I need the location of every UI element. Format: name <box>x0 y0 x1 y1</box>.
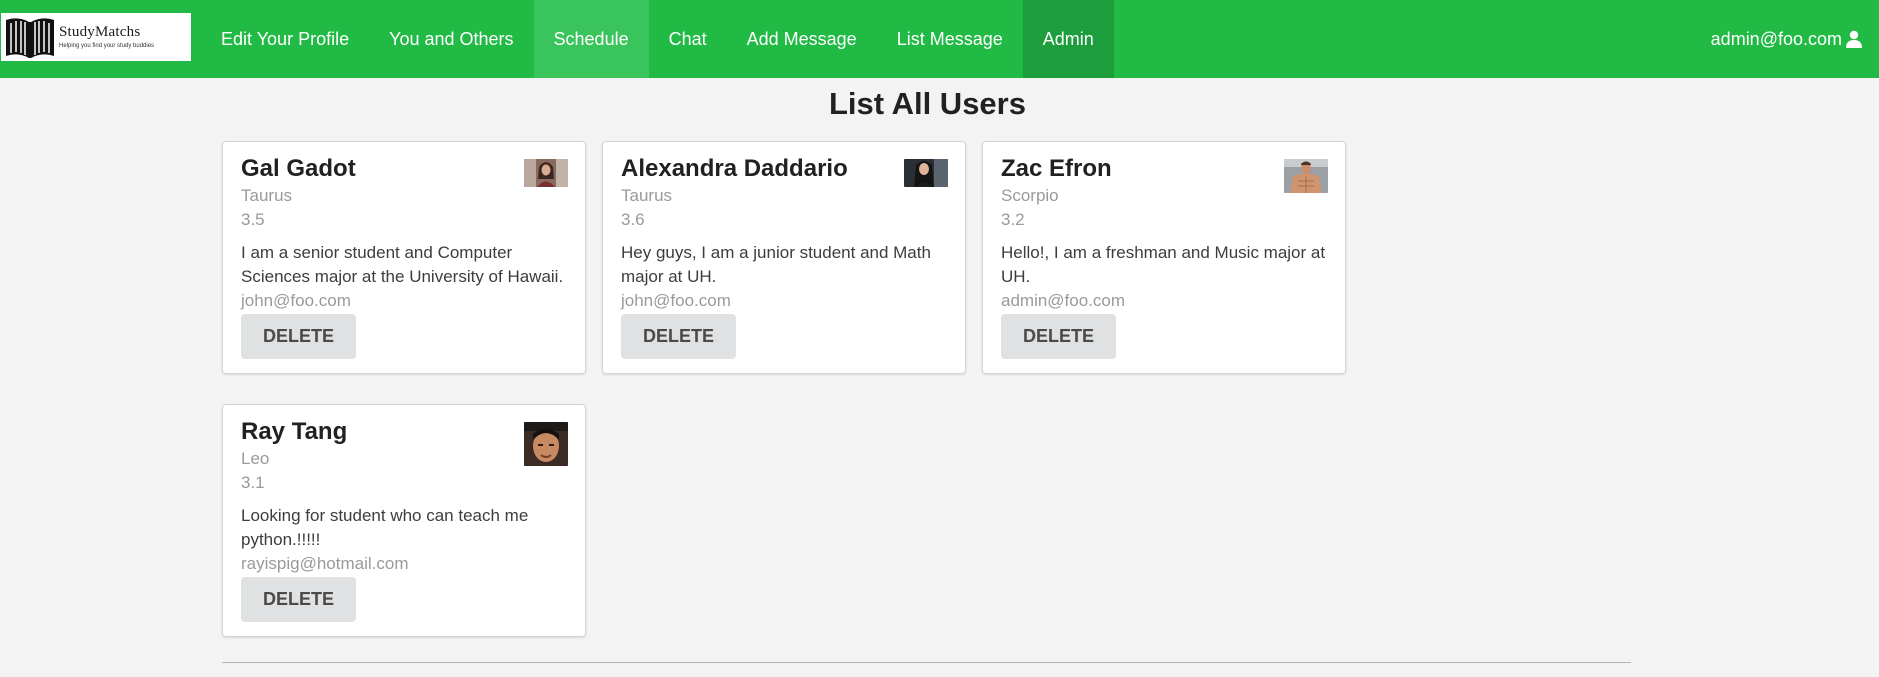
user-sign: Taurus <box>621 186 673 205</box>
user-avatar <box>904 159 948 187</box>
user-card: Gal Gadot Taurus 3.5 I am a senior stude… <box>222 141 586 374</box>
user-name: Ray Tang <box>241 418 348 445</box>
user-menu[interactable]: admin@foo.com <box>1711 0 1879 78</box>
delete-button[interactable]: DELETE <box>1001 314 1116 359</box>
delete-button[interactable]: DELETE <box>241 314 356 359</box>
user-email: admin@foo.com <box>1001 291 1126 310</box>
user-email: john@foo.com <box>621 291 731 310</box>
nav-item-you-and-others[interactable]: You and Others <box>369 0 533 78</box>
delete-button[interactable]: DELETE <box>241 577 356 622</box>
user-card: Zac Efron Scorpio 3.2 Hello!, I am a fre… <box>982 141 1346 374</box>
logo-tagline: Helping you find your study buddies <box>59 43 155 49</box>
logo-brand: StudyMatchs <box>59 24 141 40</box>
user-avatar <box>1284 159 1328 193</box>
user-card: Ray Tang Leo 3.1 Looking for student who… <box>222 404 586 637</box>
user-gpa: 3.2 <box>1001 210 1025 229</box>
user-sign: Leo <box>241 449 270 468</box>
user-name: Gal Gadot <box>241 155 356 182</box>
user-sign: Scorpio <box>1001 186 1059 205</box>
user-gpa: 3.5 <box>241 210 265 229</box>
user-email: rayispig@hotmail.com <box>241 554 409 573</box>
page-title: List All Users <box>829 86 1026 121</box>
studymatchs-logo[interactable]: StudyMatchs Helping you find your study … <box>1 13 191 61</box>
user-avatar <box>524 422 568 466</box>
nav-item-chat[interactable]: Chat <box>649 0 727 78</box>
user-card-grid: Gal Gadot Taurus 3.5 I am a senior stude… <box>222 141 1382 637</box>
user-avatar <box>524 159 568 187</box>
user-description: Hello!, I am a freshman and Music major … <box>1001 243 1326 286</box>
delete-button[interactable]: DELETE <box>621 314 736 359</box>
open-book-icon <box>6 18 54 58</box>
user-description: I am a senior student and Computer Scien… <box>241 243 564 286</box>
user-email: john@foo.com <box>241 291 351 310</box>
user-card: Alexandra Daddario Taurus 3.6 Hey guys, … <box>602 141 966 374</box>
nav-item-edit-your-profile[interactable]: Edit Your Profile <box>201 0 369 78</box>
user-name: Zac Efron <box>1001 155 1112 182</box>
nav-item-admin[interactable]: Admin <box>1022 0 1114 78</box>
nav-item-schedule[interactable]: Schedule <box>533 0 649 78</box>
footer-divider <box>222 662 1631 663</box>
user-gpa: 3.1 <box>241 473 265 492</box>
user-description: Looking for student who can teach me pyt… <box>241 506 529 549</box>
user-icon <box>1846 30 1862 48</box>
top-navbar: StudyMatchs Helping you find your study … <box>0 0 1879 78</box>
nav-menu: Edit Your Profile You and Others Schedul… <box>201 0 1114 78</box>
user-description: Hey guys, I am a junior student and Math… <box>621 243 931 286</box>
user-gpa: 3.6 <box>621 210 645 229</box>
nav-item-add-message[interactable]: Add Message <box>727 0 877 78</box>
user-sign: Taurus <box>241 186 293 205</box>
nav-item-list-message[interactable]: List Message <box>877 0 1023 78</box>
user-name: Alexandra Daddario <box>621 155 848 182</box>
current-user-email: admin@foo.com <box>1710 28 1842 49</box>
